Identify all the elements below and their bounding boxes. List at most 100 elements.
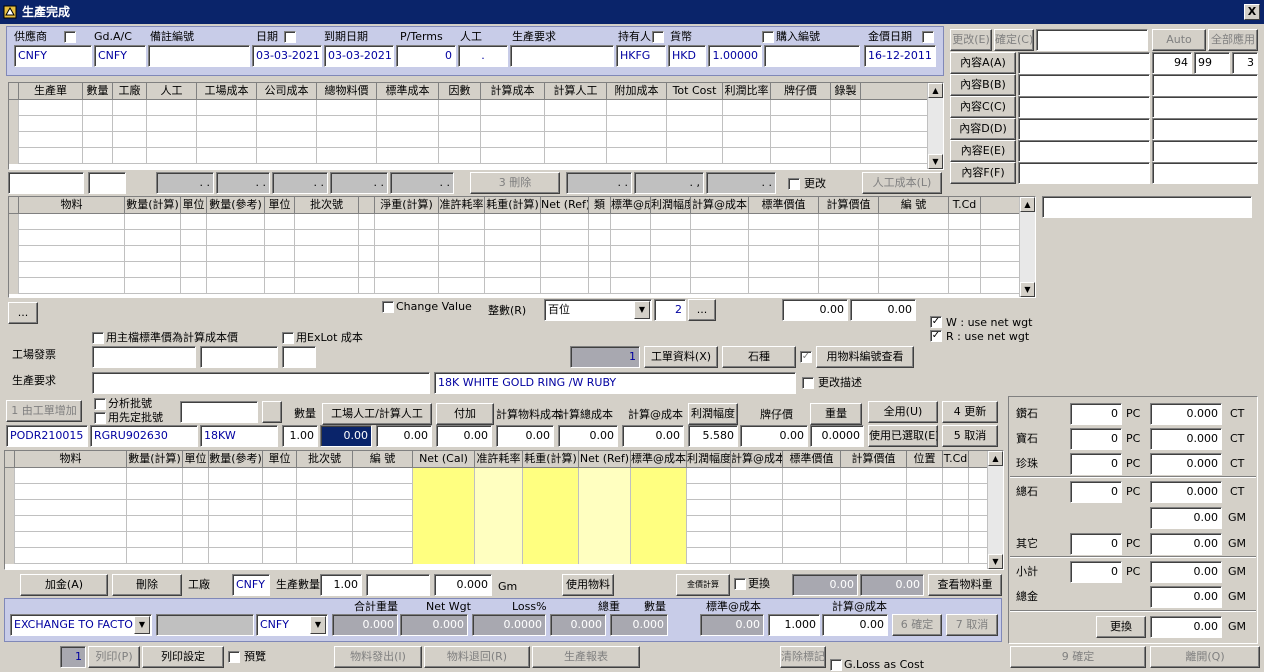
use-first-checkbox[interactable] [94, 412, 106, 424]
copies-field[interactable]: 1 [60, 646, 86, 668]
content-a-button[interactable]: 內容A(A) [950, 52, 1016, 74]
table-row[interactable] [5, 500, 1003, 516]
table-cell[interactable] [687, 468, 731, 484]
gm-field[interactable]: 0.000 [434, 574, 492, 596]
content-c-input[interactable] [1018, 96, 1150, 118]
table-row[interactable] [9, 214, 1035, 230]
column-header[interactable]: Net (Cal) [413, 451, 475, 467]
table-cell[interactable] [819, 278, 879, 294]
factory-invoice-input-3[interactable] [282, 346, 316, 368]
content-b-button[interactable]: 內容B(B) [950, 74, 1016, 96]
labor-calc-field[interactable]: 0.00 [376, 425, 432, 447]
table-cell[interactable] [83, 100, 113, 116]
labor-input[interactable]: . [458, 45, 508, 67]
table-cell[interactable] [297, 532, 353, 548]
column-header[interactable]: 數量(計算) [125, 197, 181, 213]
table-cell[interactable] [377, 116, 439, 132]
table-cell[interactable] [127, 532, 183, 548]
table-cell[interactable] [589, 278, 611, 294]
column-header[interactable]: 編 號 [353, 451, 413, 467]
table-cell[interactable] [439, 148, 481, 164]
column-header[interactable]: 物料 [19, 197, 125, 213]
table-cell[interactable] [523, 516, 579, 532]
table-cell[interactable] [949, 214, 981, 230]
table-cell[interactable] [841, 532, 907, 548]
column-header[interactable]: 利潤幅度 [651, 197, 691, 213]
table-cell[interactable] [783, 548, 841, 564]
scroll-up-icon[interactable]: ▲ [928, 83, 943, 98]
table-cell[interactable] [943, 516, 969, 532]
table-cell[interactable] [819, 230, 879, 246]
table-cell[interactable] [523, 484, 579, 500]
table-cell[interactable] [579, 500, 631, 516]
table-cell[interactable] [579, 516, 631, 532]
print-button[interactable]: 列印(P) [88, 646, 140, 668]
table-cell[interactable] [439, 214, 485, 230]
table-cell[interactable] [15, 484, 127, 500]
table-cell[interactable] [413, 516, 475, 532]
table-cell[interactable] [545, 100, 607, 116]
filter-input-1[interactable] [8, 172, 84, 194]
table-cell[interactable] [879, 230, 949, 246]
use-all-button[interactable]: 全用(U) [868, 401, 938, 423]
row-selector[interactable] [9, 100, 19, 116]
table-cell[interactable] [475, 532, 523, 548]
table-cell[interactable] [687, 532, 731, 548]
table-cell[interactable] [731, 500, 783, 516]
price-date-input[interactable]: 16-12-2011 [864, 45, 936, 67]
table-cell[interactable] [907, 532, 943, 548]
table-cell[interactable] [831, 116, 861, 132]
table-cell[interactable] [691, 214, 749, 230]
swap-button[interactable]: 更換 [1096, 616, 1146, 638]
gdac-input[interactable]: CNFY [94, 45, 146, 67]
table-cell[interactable] [723, 116, 771, 132]
table-cell[interactable] [771, 132, 831, 148]
table-cell[interactable] [579, 548, 631, 564]
table-cell[interactable] [15, 468, 127, 484]
table-row[interactable] [5, 484, 1003, 500]
table-cell[interactable] [263, 484, 297, 500]
r-net-wgt-checkbox[interactable]: ✓ [930, 330, 942, 342]
table-cell[interactable] [359, 246, 375, 262]
table-cell[interactable] [127, 548, 183, 564]
table-cell[interactable] [611, 214, 651, 230]
table-cell[interactable] [209, 468, 263, 484]
table-cell[interactable] [691, 262, 749, 278]
date-checkbox[interactable] [284, 31, 296, 43]
table-row[interactable] [9, 100, 943, 116]
change-button[interactable]: 更改(E) [950, 29, 992, 51]
table-row[interactable] [9, 278, 1035, 294]
table-cell[interactable] [181, 230, 207, 246]
change-desc-checkbox[interactable] [802, 377, 814, 389]
table-cell[interactable] [265, 246, 295, 262]
table-cell[interactable] [819, 214, 879, 230]
addon-field[interactable]: 0.00 [436, 425, 492, 447]
row-selector[interactable] [5, 500, 15, 516]
order-grid[interactable]: 生產單 數量 工廠 人工 工場成本 公司成本 總物料價 標準成本 因數 計算成本 計算人工 附加成本 T… [8, 82, 944, 170]
confirm-9-button[interactable]: 9 確定 [1010, 646, 1146, 668]
add-gold-button[interactable]: 加金(A) [20, 574, 108, 596]
column-header[interactable]: 數量(計算) [127, 451, 183, 467]
table-row[interactable] [5, 516, 1003, 532]
gloss-checkbox[interactable] [830, 659, 842, 671]
table-cell[interactable] [607, 116, 667, 132]
table-cell[interactable] [831, 148, 861, 164]
row-selector[interactable] [9, 148, 19, 164]
table-cell[interactable] [475, 516, 523, 532]
table-cell[interactable] [377, 132, 439, 148]
update-button[interactable]: 4 更新 [942, 401, 998, 423]
row-selector[interactable] [5, 484, 15, 500]
karat-field[interactable]: 18KW [200, 425, 278, 447]
table-cell[interactable] [359, 214, 375, 230]
table-cell[interactable] [375, 278, 439, 294]
table-cell[interactable] [19, 230, 125, 246]
column-header[interactable]: 利潤比率 [723, 83, 771, 99]
table-cell[interactable] [607, 100, 667, 116]
rate-field[interactable]: 1.000 [768, 614, 820, 636]
table-cell[interactable] [879, 246, 949, 262]
table-cell[interactable] [125, 262, 181, 278]
table-cell[interactable] [265, 214, 295, 230]
table-cell[interactable] [353, 500, 413, 516]
table-cell[interactable] [783, 516, 841, 532]
table-cell[interactable] [631, 468, 687, 484]
